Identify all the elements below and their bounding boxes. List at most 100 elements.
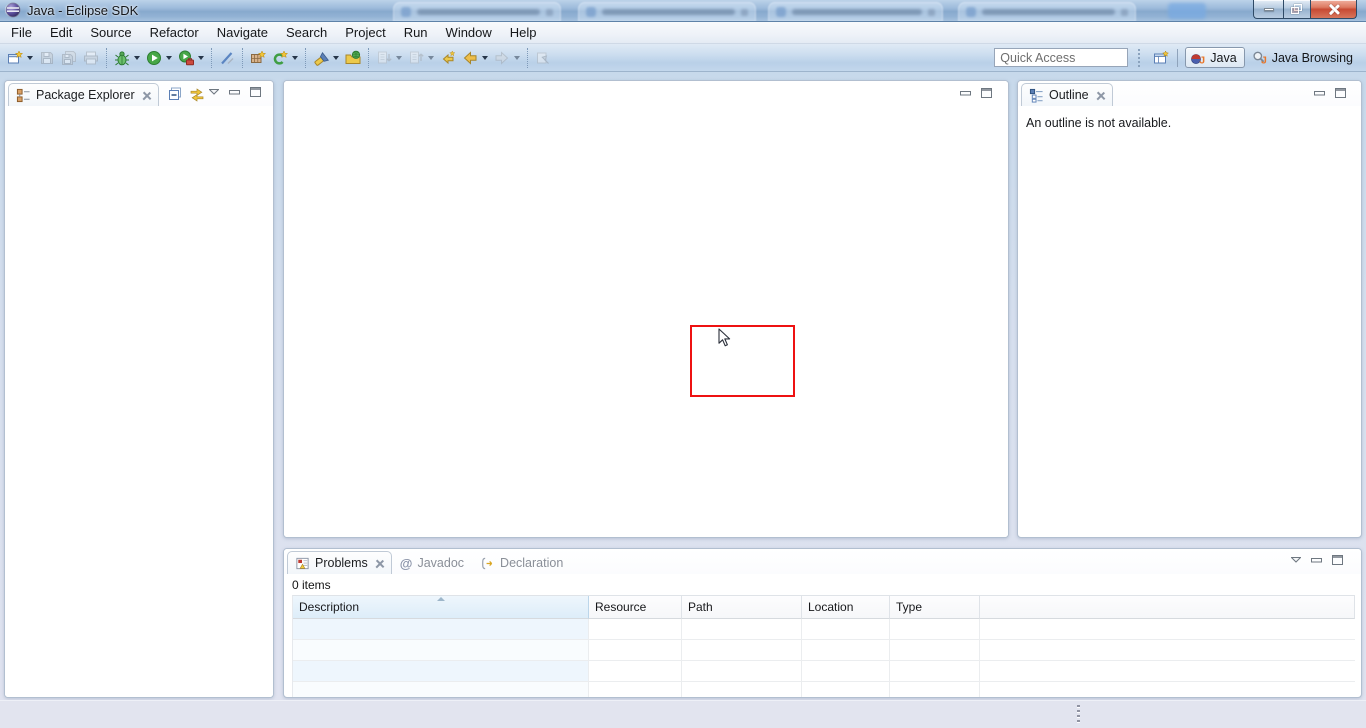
minimize-icon xyxy=(1264,8,1274,11)
tab-javadoc[interactable]: @ Javadoc xyxy=(392,551,472,574)
problems-table: Description Resource Path Location Type xyxy=(292,595,1355,698)
tab-label: Javadoc xyxy=(417,556,464,570)
back-arrow-icon xyxy=(462,50,478,66)
close-button[interactable] xyxy=(1311,0,1357,19)
run-button[interactable] xyxy=(143,47,165,69)
view-menu-icon xyxy=(1291,557,1301,563)
status-bar-grip[interactable] xyxy=(1077,705,1080,722)
close-tab-icon[interactable] xyxy=(1096,91,1105,100)
ghost-tab-icon xyxy=(401,7,411,17)
search-dropdown[interactable] xyxy=(333,56,339,60)
tab-problems[interactable]: Problems xyxy=(287,551,392,574)
column-header-location[interactable]: Location xyxy=(802,596,890,619)
editor-canvas[interactable] xyxy=(284,81,1008,537)
view-menu-button[interactable] xyxy=(209,89,219,95)
run-dropdown[interactable] xyxy=(166,56,172,60)
menu-item-refactor[interactable]: Refactor xyxy=(141,22,208,43)
maximize-view-button[interactable] xyxy=(1332,555,1343,565)
minimize-button[interactable] xyxy=(1253,0,1283,19)
view-menu-icon xyxy=(209,89,219,95)
new-wizard-dropdown[interactable] xyxy=(27,56,33,60)
back-button[interactable] xyxy=(459,47,481,69)
toolbar-grip[interactable] xyxy=(1138,49,1142,67)
column-header-resource[interactable]: Resource xyxy=(589,596,682,619)
column-header-description[interactable]: Description xyxy=(293,596,589,619)
minimize-view-button[interactable] xyxy=(960,91,971,96)
debug-dropdown[interactable] xyxy=(134,56,140,60)
ghost-tab-icon xyxy=(586,7,596,17)
eclipse-window: Java - Eclipse SDK File Edit Source Refa… xyxy=(0,0,1366,728)
maximize-view-button[interactable] xyxy=(250,87,261,97)
last-edit-location-icon xyxy=(440,50,456,66)
minimize-view-icon xyxy=(1314,91,1325,96)
forward-button xyxy=(491,47,513,69)
collapse-all-icon xyxy=(167,86,183,102)
problems-icon xyxy=(295,556,310,571)
tab-package-explorer[interactable]: Package Explorer xyxy=(8,83,159,106)
next-annotation-button xyxy=(373,47,395,69)
table-header-row: Description Resource Path Location Type xyxy=(293,596,1355,619)
tab-outline[interactable]: Outline xyxy=(1021,83,1113,106)
new-java-project-button[interactable] xyxy=(247,47,269,69)
package-explorer-tree[interactable] xyxy=(5,106,273,697)
tab-label: Problems xyxy=(315,556,368,570)
new-java-class-dropdown[interactable] xyxy=(292,56,298,60)
debug-button[interactable] xyxy=(111,47,133,69)
menu-item-edit[interactable]: Edit xyxy=(41,22,81,43)
maximize-view-icon xyxy=(981,88,992,98)
minimize-view-icon xyxy=(229,90,240,95)
editor-area xyxy=(283,80,1009,538)
external-tools-button[interactable] xyxy=(175,47,197,69)
column-header-type[interactable]: Type xyxy=(890,596,980,619)
minimize-view-button[interactable] xyxy=(1314,91,1325,96)
mark-occurrences-button[interactable] xyxy=(216,47,238,69)
menu-item-project[interactable]: Project xyxy=(336,22,394,43)
maximize-view-button[interactable] xyxy=(981,88,992,98)
package-explorer-icon xyxy=(16,88,31,103)
previous-annotation-dropdown xyxy=(428,56,434,60)
menu-bar: File Edit Source Refactor Navigate Searc… xyxy=(0,22,1366,44)
background-browser-tab xyxy=(768,2,943,22)
menu-item-source[interactable]: Source xyxy=(81,22,140,43)
external-tools-dropdown[interactable] xyxy=(198,56,204,60)
close-tab-icon[interactable] xyxy=(142,91,151,100)
workbench: Package Explorer xyxy=(0,72,1366,700)
title-bar[interactable]: Java - Eclipse SDK xyxy=(0,0,1366,22)
pin-editor-button xyxy=(532,47,554,69)
new-wizard-button[interactable] xyxy=(4,47,26,69)
new-java-class-button[interactable] xyxy=(269,47,291,69)
menu-item-window[interactable]: Window xyxy=(437,22,501,43)
maximize-view-button[interactable] xyxy=(1335,88,1346,98)
collapse-all-button[interactable] xyxy=(167,86,183,102)
perspective-button-java-browsing[interactable]: J Java Browsing xyxy=(1248,47,1360,68)
menu-item-navigate[interactable]: Navigate xyxy=(208,22,277,43)
minimize-view-button[interactable] xyxy=(229,90,240,95)
restore-button[interactable] xyxy=(1283,0,1311,19)
open-perspective-button[interactable] xyxy=(1150,47,1172,69)
tab-label: Outline xyxy=(1049,88,1089,102)
link-with-editor-button[interactable] xyxy=(189,86,205,102)
menu-item-run[interactable]: Run xyxy=(395,22,437,43)
last-edit-location-button[interactable] xyxy=(437,47,459,69)
close-tab-icon[interactable] xyxy=(375,559,384,568)
main-toolbar: J Java J Java Browsing xyxy=(0,44,1366,72)
perspective-button-java[interactable]: J Java xyxy=(1185,47,1244,68)
quick-access-input[interactable] xyxy=(994,48,1128,67)
problems-panel: Problems @ Javadoc Declaration xyxy=(283,548,1362,698)
tab-declaration[interactable]: Declaration xyxy=(472,551,571,574)
back-dropdown[interactable] xyxy=(482,56,488,60)
minimize-view-icon xyxy=(1311,558,1322,563)
menu-item-help[interactable]: Help xyxy=(501,22,546,43)
view-menu-button[interactable] xyxy=(1291,557,1301,563)
open-perspective-icon xyxy=(1153,50,1169,66)
menu-item-search[interactable]: Search xyxy=(277,22,336,43)
column-header-path[interactable]: Path xyxy=(682,596,802,619)
minimize-view-button[interactable] xyxy=(1311,558,1322,563)
open-type-button[interactable] xyxy=(342,47,364,69)
table-row xyxy=(293,682,1355,698)
tab-label: Package Explorer xyxy=(36,88,135,102)
perspective-label: Java xyxy=(1210,51,1236,65)
menu-item-file[interactable]: File xyxy=(2,22,41,43)
search-button[interactable] xyxy=(310,47,332,69)
forward-arrow-icon xyxy=(494,50,510,66)
